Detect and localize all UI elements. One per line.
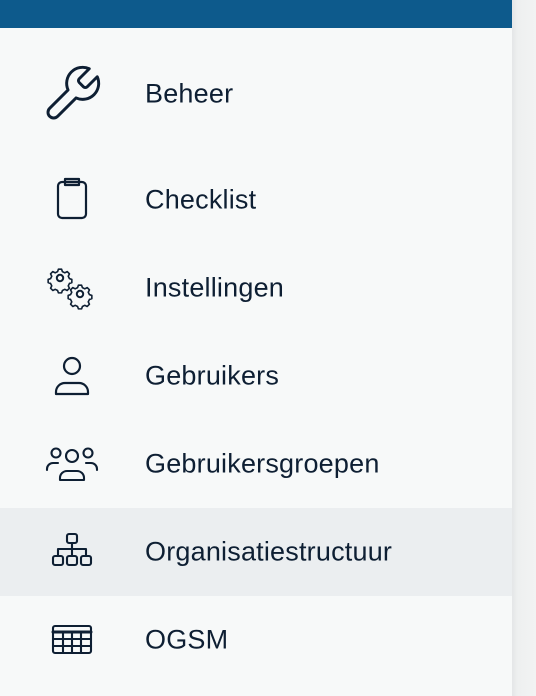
wrench-icon [40, 62, 104, 126]
sidebar-item-label: Checklist [145, 184, 257, 215]
sidebar-item-label: Beheer [145, 78, 234, 109]
user-icon [40, 344, 104, 408]
sidebar-item-label: Gebruikers [145, 360, 280, 391]
sidebar-item-label: Instellingen [145, 272, 284, 303]
sidebar-item-checklist[interactable]: Checklist [0, 156, 512, 244]
sidebar-item-label: Organisatiestructuur [145, 536, 393, 567]
clipboard-icon [40, 168, 104, 232]
sidebar-item-gebruikersgroepen[interactable]: Gebruikersgroepen [0, 420, 512, 508]
sidebar-item-label: Gebruikersgroepen [145, 448, 380, 479]
sidebar-item-instellingen[interactable]: Instellingen [0, 244, 512, 332]
sidebar-item-label: OGSM [145, 624, 229, 655]
content-edge [512, 0, 536, 696]
sidebar-item-organisatiestructuur[interactable]: Organisatiestructuur [0, 508, 512, 596]
table-icon [40, 608, 104, 672]
top-bar [0, 0, 512, 28]
sidebar-item-ogsm[interactable]: OGSM [0, 596, 512, 684]
gears-icon [40, 256, 104, 320]
sidebar-menu: Beheer Checklist Instellingen Gebruikers… [0, 28, 512, 696]
org-chart-icon [40, 520, 104, 584]
sidebar-item-gebruikers[interactable]: Gebruikers [0, 332, 512, 420]
users-group-icon [40, 432, 104, 496]
sidebar-item-beheer[interactable]: Beheer [0, 50, 512, 138]
